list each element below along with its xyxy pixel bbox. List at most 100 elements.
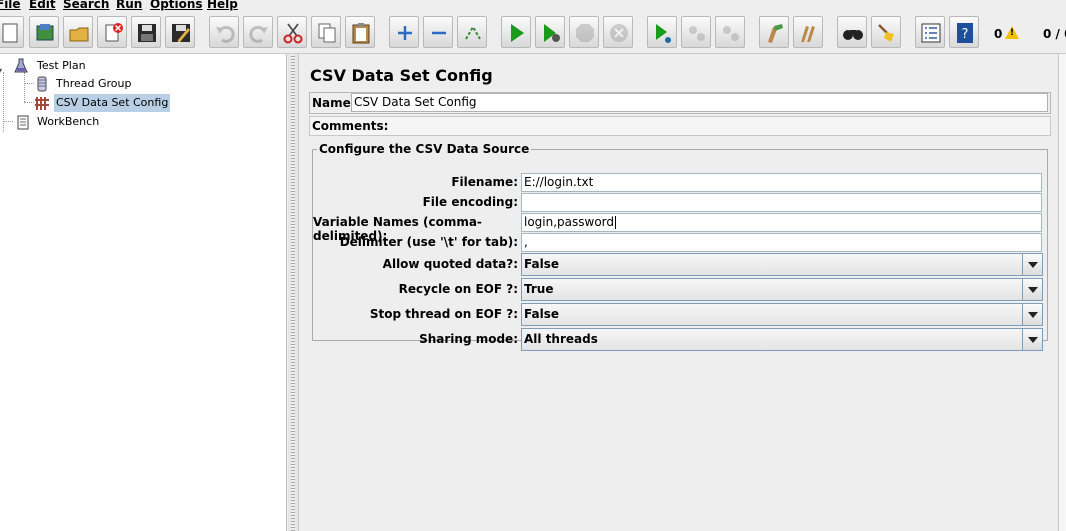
sharing-mode-value: All threads — [524, 332, 598, 346]
tree-node-label: CSV Data Set Config — [54, 94, 171, 112]
tree-node-label: Thread Group — [56, 77, 132, 90]
sharing-mode-label: Sharing mode: — [419, 332, 518, 346]
chevron-down-icon[interactable] — [1022, 279, 1042, 300]
tree-line — [24, 83, 34, 84]
csv-config-icon — [35, 97, 49, 110]
save-button[interactable] — [131, 16, 161, 48]
collapse-icon — [432, 31, 446, 35]
file-encoding-label: File encoding: — [422, 195, 518, 209]
function-helper-button[interactable] — [915, 16, 945, 48]
toggle-button[interactable] — [457, 16, 487, 48]
tree-node-test-plan[interactable]: ▾ Test Plan — [0, 57, 198, 75]
tree-node-label: WorkBench — [37, 115, 100, 128]
undo-icon — [216, 25, 235, 43]
menu-search[interactable]: Search — [63, 0, 109, 12]
open-button[interactable] — [63, 16, 93, 48]
thread-group-icon — [37, 76, 47, 92]
search-button[interactable] — [837, 16, 867, 48]
menu-file[interactable]: File — [0, 0, 21, 12]
menu-edit[interactable]: Edit — [29, 0, 56, 12]
name-row: Name: CSV Data Set Config — [309, 92, 1051, 114]
delimiter-label: Delimiter (use '\t' for tab): — [339, 235, 518, 249]
paste-icon — [352, 23, 370, 44]
paste-button[interactable] — [345, 16, 375, 48]
help-button[interactable]: ? — [949, 16, 979, 48]
cut-button[interactable] — [277, 16, 307, 48]
expand-button[interactable] — [389, 16, 419, 48]
start-button[interactable] — [501, 16, 531, 48]
start-no-pauses-icon — [544, 24, 560, 42]
stop-thread-eof-select[interactable]: False — [521, 303, 1043, 326]
start-no-pauses-button[interactable] — [535, 16, 565, 48]
tree-line — [3, 121, 13, 122]
thread-count: 0 / 0 — [1043, 27, 1066, 41]
menu-run[interactable]: Run — [116, 0, 142, 12]
variable-names-value: login,password — [524, 215, 615, 229]
svg-text:?: ? — [962, 27, 969, 42]
chevron-down-icon[interactable] — [1022, 304, 1042, 325]
sharing-mode-select[interactable]: All threads — [521, 328, 1043, 351]
copy-icon — [318, 23, 336, 43]
allow-quoted-select[interactable]: False — [521, 253, 1043, 276]
variable-names-input[interactable]: login,password — [521, 213, 1042, 232]
redo-button[interactable] — [243, 16, 273, 48]
comments-label: Comments: — [312, 119, 389, 133]
tree-node-thread-group[interactable]: Thread Group — [34, 75, 234, 93]
shutdown-button[interactable] — [603, 16, 633, 48]
tree-node-csv-data-set-config[interactable]: CSV Data Set Config — [34, 94, 234, 112]
close-file-icon — [105, 23, 123, 42]
test-plan-tree: ▾ Test Plan Thread Group CSV Data Set Co… — [0, 54, 287, 531]
tree-line — [3, 72, 4, 132]
remote-shutdown-icon — [723, 26, 739, 41]
function-helper-icon — [921, 23, 941, 43]
remote-stop-button[interactable] — [681, 16, 711, 48]
stop-icon — [576, 24, 594, 42]
filename-input[interactable]: E://login.txt — [521, 173, 1042, 192]
expand-toggle-icon[interactable]: ▾ — [0, 62, 2, 80]
remote-shutdown-button[interactable] — [715, 16, 745, 48]
menu-bar: File Edit Search Run Options Help — [0, 0, 1066, 12]
tree-node-workbench[interactable]: WorkBench — [15, 113, 215, 131]
csv-data-source-group: Configure the CSV Data Source Filename: … — [312, 142, 1048, 351]
file-encoding-input[interactable] — [521, 193, 1042, 212]
comments-row[interactable]: Comments: — [309, 116, 1051, 136]
reset-search-icon — [878, 24, 894, 42]
split-pane-divider[interactable] — [288, 54, 298, 531]
toggle-icon — [465, 25, 481, 40]
allow-quoted-label: Allow quoted data?: — [382, 257, 518, 271]
templates-button[interactable] — [29, 16, 59, 48]
new-button[interactable] — [0, 16, 24, 48]
filename-label: Filename: — [451, 175, 518, 189]
allow-quoted-value: False — [524, 257, 559, 271]
clear-button[interactable] — [759, 16, 789, 48]
chevron-down-icon[interactable] — [1022, 254, 1042, 275]
group-title: Configure the CSV Data Source — [319, 142, 530, 156]
chevron-down-icon[interactable] — [1022, 329, 1042, 350]
name-input[interactable]: CSV Data Set Config — [351, 93, 1048, 112]
remote-start-button[interactable] — [647, 16, 677, 48]
delimiter-input[interactable]: , — [521, 233, 1042, 252]
stop-button[interactable] — [569, 16, 599, 48]
recycle-eof-value: True — [524, 282, 554, 296]
stop-thread-eof-value: False — [524, 307, 559, 321]
new-icon — [2, 23, 18, 43]
clear-all-button[interactable] — [793, 16, 823, 48]
clear-all-icon — [801, 26, 815, 42]
save-as-button[interactable] — [165, 16, 195, 48]
menu-options[interactable]: Options — [150, 0, 203, 12]
vertical-scrollbar[interactable] — [1058, 54, 1066, 531]
start-icon — [511, 24, 524, 42]
undo-button[interactable] — [209, 16, 239, 48]
error-count: 0 — [994, 27, 1003, 41]
text-caret — [615, 216, 617, 229]
recycle-eof-label: Recycle on EOF ?: — [398, 282, 518, 296]
templates-icon — [36, 24, 54, 41]
close-file-button[interactable] — [97, 16, 127, 48]
reset-search-button[interactable] — [871, 16, 901, 48]
warning-icon[interactable] — [1005, 26, 1019, 39]
recycle-eof-select[interactable]: True — [521, 278, 1043, 301]
copy-button[interactable] — [311, 16, 341, 48]
collapse-button[interactable] — [423, 16, 453, 48]
menu-help[interactable]: Help — [207, 0, 238, 12]
open-icon — [69, 27, 89, 42]
